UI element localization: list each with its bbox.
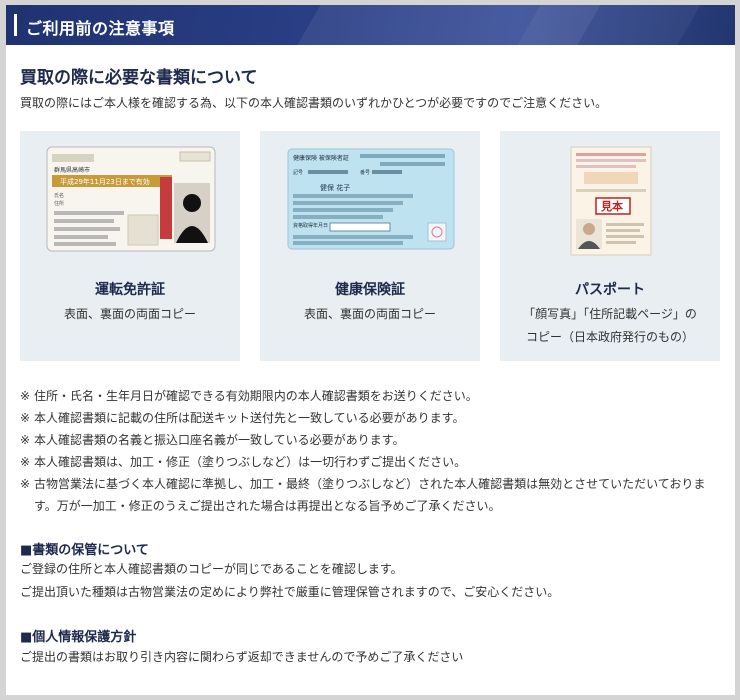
svg-text:平成29年11月23日まで有効: 平成29年11月23日まで有効 [60,177,150,186]
passport-image: 見本 [500,145,720,256]
svg-text:氏名: 氏名 [54,192,64,199]
header-accent-bar [14,14,17,36]
svg-text:健康保険 被保険者証: 健康保険 被保険者証 [293,154,349,162]
card-description-line: コピー（日本政府発行のもの） [525,330,694,344]
privacy-text: ご提出の書類はお取り引き内容に関わらず返却できませんので予めご了承ください [20,650,464,664]
notes-list: ※ 住所・氏名・生年月日が確認できる有効期限内の本人確認書類をお送りください。 ※… [20,385,720,517]
note-item: ※ 本人確認書類の名義と振込口座名義が一致している必要があります。 [20,429,720,451]
storage-text-1: ご登録の住所と本人確認書類のコピーが同じであることを確認します。 [20,562,403,576]
health-insurance-image: 健康保険 被保険者証 記号 番号 健保 花子 資格取得年月日 [260,145,480,255]
intro-text: 買取の際にはご本人様を確認する為、以下の本人確認書類のいずれかひとつが必要ですの… [20,96,608,110]
note-mark: ※ [20,411,31,425]
card-passport: 見本 パスポート 「顔写真」「住所記載ページ」の コピー（日本政府発行のもの） [500,131,720,361]
card-description-line: 表面、裏面の両面コピー [303,307,436,321]
note-mark: ※ [20,433,31,447]
note-item: ※ 古物営業法に基づく本人確認に準拠し、加工・最終（塗りつぶしなど）された本人確認… [20,473,720,517]
svg-text:資格取得年月日: 資格取得年月日 [293,222,328,229]
page-header: ご利用前の注意事項 [6,5,735,45]
card-description: 表面、裏面の両面コピー [260,303,480,326]
storage-title: ■書類の保管について [20,543,149,558]
card-description-line: 表面、裏面の両面コピー [63,307,196,321]
privacy-title: ■個人情報保護方針 [20,630,137,645]
note-text: 本人確認書類の名義と振込口座名義が一致している必要があります。 [34,433,405,447]
note-text: 本人確認書類に記載の住所は配送キット送付先と一致している必要があります。 [34,411,465,425]
note-item: ※ 住所・氏名・生年月日が確認できる有効期限内の本人確認書類をお送りください。 [20,385,720,407]
card-health-insurance: 健康保険 被保険者証 記号 番号 健保 花子 資格取得年月日 健康保険証 表面、… [260,131,480,361]
card-title: 運転免許証 [95,282,165,298]
svg-text:群馬県高崎市: 群馬県高崎市 [54,166,90,174]
section-title: 買取の際に必要な書類について [20,68,258,88]
note-mark: ※ [20,455,31,469]
card-title: パスポート [575,282,645,298]
card-drivers-license: 群馬県高崎市 平成29年11月23日まで有効 氏名 住所 運転免許証 表面、裏面… [20,131,240,361]
note-item: ※ 本人確認書類に記載の住所は配送キット送付先と一致している必要があります。 [20,407,720,429]
drivers-license-image: 群馬県高崎市 平成29年11月23日まで有効 氏名 住所 [20,145,240,255]
note-mark: ※ [20,389,31,403]
card-description: 「顔写真」「住所記載ページ」の コピー（日本政府発行のもの） [500,303,720,349]
note-mark: ※ [20,477,31,491]
note-item: ※ 本人確認書類は、加工・修正（塗りつぶしなど）は一切行わずご提出ください。 [20,451,720,473]
note-text: 本人確認書類は、加工・修正（塗りつぶしなど）は一切行わずご提出ください。 [34,455,467,469]
card-description-line: 「顔写真」「住所記載ページ」の [523,307,697,321]
header-title: ご利用前の注意事項 [26,19,175,38]
card-description: 表面、裏面の両面コピー [20,303,240,326]
storage-text-2: ご提出頂いた種類は古物営業法の定めにより弊社で厳重に管理保管されますので、ご安心… [20,585,560,599]
svg-text:番号: 番号 [360,169,370,176]
svg-text:記号: 記号 [293,169,303,176]
svg-text:住所: 住所 [54,200,64,207]
card-title: 健康保険証 [335,282,405,298]
content-frame: ご利用前の注意事項 買取の際に必要な書類について 買取の際にはご本人様を確認する… [6,5,735,695]
note-text: 住所・氏名・生年月日が確認できる有効期限内の本人確認書類をお送りください。 [34,389,478,403]
note-text: 古物営業法に基づく本人確認に準拠し、加工・最終（塗りつぶしなど）された本人確認書… [34,477,706,513]
svg-text:健保 花子: 健保 花子 [320,183,350,192]
svg-text:見本: 見本 [600,199,623,213]
